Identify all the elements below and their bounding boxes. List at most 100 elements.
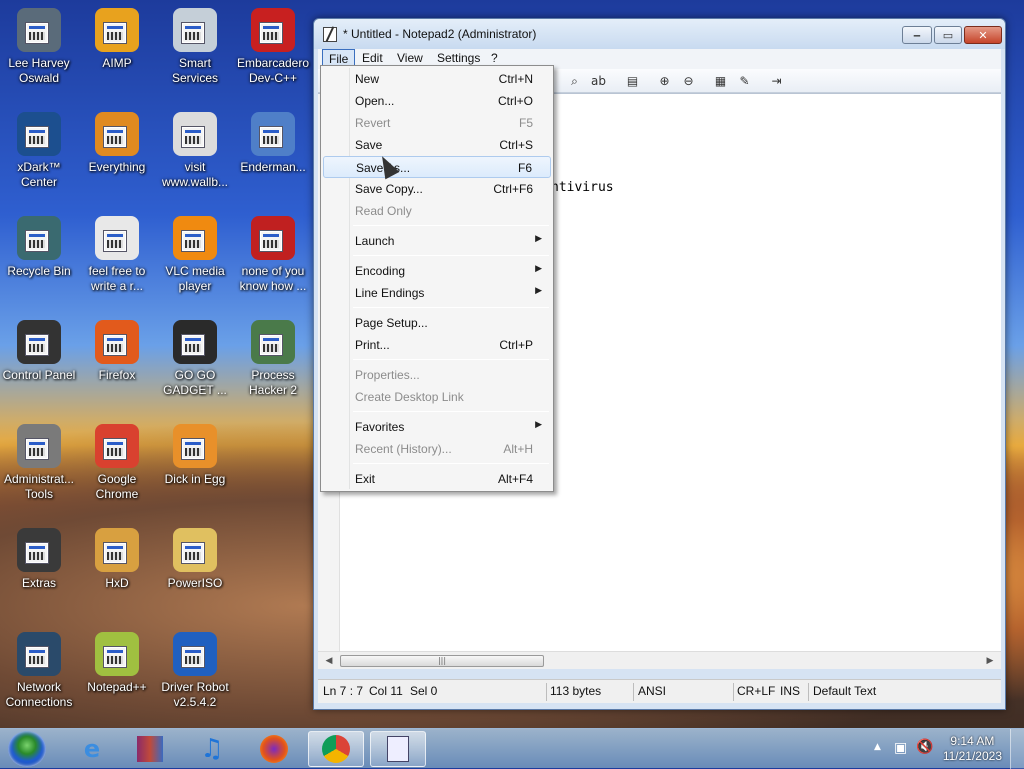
menu-item-shortcut: Alt+F4	[497, 472, 533, 486]
desktop-icon-label: AIMP	[102, 56, 132, 70]
desktop-icon[interactable]: Firefox	[78, 320, 156, 383]
menu-item-encoding[interactable]: Encoding ▶	[323, 260, 551, 282]
replace-icon[interactable]: ab	[590, 73, 607, 89]
menu-item-launch[interactable]: Launch ▶	[323, 230, 551, 252]
volume-muted-icon[interactable]: 🔇	[916, 739, 933, 755]
menu-item-favorites[interactable]: Favorites ▶	[323, 416, 551, 438]
find-icon[interactable]: ⌕	[566, 73, 583, 89]
menu-item-save[interactable]: Save Ctrl+S	[323, 134, 551, 156]
desktop-icon[interactable]: Extras	[0, 528, 78, 591]
desktop-icon[interactable]: Recycle Bin	[0, 216, 78, 279]
menu-item-label: New	[355, 72, 380, 86]
menu-item-print[interactable]: Print... Ctrl+P	[323, 334, 551, 356]
network-icon[interactable]: ▣	[894, 740, 907, 756]
desktop-icon[interactable]: Google Chrome	[78, 424, 156, 502]
desktop-icon[interactable]: xDark™ Center	[0, 112, 78, 190]
status-encoding[interactable]: ANSI	[638, 684, 666, 698]
goto-icon[interactable]: ▤	[624, 73, 641, 89]
shortcut-icon	[173, 424, 217, 468]
desktop-icon[interactable]: Driver Robot v2.5.4.2	[156, 632, 234, 710]
desktop-icon[interactable]: Network Connections	[0, 632, 78, 710]
scheme-icon[interactable]: ▦	[712, 73, 729, 89]
desktop-icon[interactable]: Dick in Egg	[156, 424, 234, 487]
menu-item-label: Read Only	[355, 204, 412, 218]
maximize-icon: ▭	[942, 28, 954, 42]
menu-item-open[interactable]: Open... Ctrl+O	[323, 90, 551, 112]
desktop-icon[interactable]: Smart Services	[156, 8, 234, 86]
shortcut-icon	[95, 632, 139, 676]
menu-item-properties: Properties...	[323, 364, 551, 386]
show-desktop-button[interactable]	[1010, 729, 1024, 769]
menu-item-line-endings[interactable]: Line Endings ▶	[323, 282, 551, 304]
scroll-right-icon[interactable]: ▶	[983, 654, 997, 668]
close-icon: ✕	[978, 28, 988, 42]
horizontal-scrollbar[interactable]: ◀ ||| ▶	[318, 651, 1001, 669]
desktop-icon[interactable]: Enderman...	[234, 112, 312, 175]
taskbar-notepad2[interactable]	[370, 731, 426, 767]
exit-icon[interactable]: ⇥	[768, 73, 785, 89]
desktop-icon[interactable]: GO GO GADGET ...	[156, 320, 234, 398]
submenu-arrow-icon: ▶	[535, 285, 542, 295]
customize-scheme-icon[interactable]: ✎	[736, 73, 753, 89]
desktop-icon-label: Smart Services	[171, 56, 218, 85]
scrollbar-thumb[interactable]: |||	[340, 655, 544, 667]
desktop-icon[interactable]: Administrat... Tools	[0, 424, 78, 502]
menu-item-label: Favorites	[355, 420, 405, 434]
minimize-button[interactable]: ‒	[902, 26, 932, 44]
menu-item-shortcut: Ctrl+O	[497, 94, 533, 108]
taskbar-firefox[interactable]	[246, 731, 302, 767]
menu-separator	[353, 411, 549, 412]
menu-item-page-setup[interactable]: Page Setup...	[323, 312, 551, 334]
desktop-icon[interactable]: visit www.wallb...	[156, 112, 234, 190]
desktop-icon[interactable]: VLC media player	[156, 216, 234, 294]
menu-item-save-as[interactable]: Save As... F6	[323, 156, 551, 178]
desktop-icon[interactable]: HxD	[78, 528, 156, 591]
menu-item-label: Create Desktop Link	[355, 390, 464, 404]
shortcut-icon	[173, 112, 217, 156]
close-button[interactable]: ✕	[964, 26, 1002, 44]
zoom-in-icon[interactable]: ⊕	[656, 73, 673, 89]
status-scheme[interactable]: Default Text	[813, 684, 876, 698]
shortcut-icon	[17, 216, 61, 260]
menu-item-label: Launch	[355, 234, 395, 248]
status-line-endings[interactable]: CR+LF	[737, 684, 775, 698]
clock[interactable]: 9:14 AM 11/21/2023	[943, 734, 1002, 764]
status-bar: Ln 7 : 7 Col 11 Sel 0 113 bytes ANSI CR+…	[318, 679, 1001, 703]
menu-item-new[interactable]: New Ctrl+N	[323, 68, 551, 90]
desktop-icon[interactable]: PowerISO	[156, 528, 234, 591]
start-button[interactable]	[8, 731, 46, 767]
menu-item-shortcut: F6	[517, 161, 532, 175]
taskbar-winrar[interactable]	[122, 731, 178, 767]
taskbar-music[interactable]: ♫	[184, 731, 240, 767]
notepad-icon	[387, 736, 409, 762]
clock-date: 11/21/2023	[942, 749, 1002, 763]
taskbar-chrome[interactable]	[308, 731, 364, 767]
desktop-icon[interactable]: Control Panel	[0, 320, 78, 383]
desktop-icon-label: Enderman...	[240, 160, 306, 174]
desktop-icon[interactable]: Notepad++	[78, 632, 156, 695]
desktop-icon[interactable]: Process Hacker 2	[234, 320, 312, 398]
desktop-icon[interactable]: Lee Harvey Oswald	[0, 8, 78, 86]
menu-item-exit[interactable]: Exit Alt+F4	[323, 468, 551, 490]
tray-expand-icon[interactable]: ▲	[874, 742, 881, 752]
scroll-left-icon[interactable]: ◀	[322, 654, 336, 668]
shortcut-icon	[251, 112, 295, 156]
desktop-icon-label: Process Hacker 2	[248, 368, 298, 397]
menu-item-label: Properties...	[355, 368, 420, 382]
maximize-button[interactable]: ▭	[934, 26, 962, 44]
desktop-icon[interactable]: Everything	[78, 112, 156, 175]
menu-item-save-copy[interactable]: Save Copy... Ctrl+F6	[323, 178, 551, 200]
menu-separator	[353, 359, 549, 360]
desktop-icon[interactable]: feel free to write a r...	[78, 216, 156, 294]
zoom-out-icon[interactable]: ⊖	[680, 73, 697, 89]
title-bar[interactable]: * Untitled - Notepad2 (Administrator) ‒ …	[314, 19, 1005, 49]
status-selection: Sel 0	[410, 684, 438, 698]
taskbar-ie[interactable]: e	[64, 731, 120, 767]
desktop-icon[interactable]: none of you know how ...	[234, 216, 312, 294]
shortcut-icon	[17, 632, 61, 676]
desktop-icon[interactable]: Embarcadero Dev-C++	[234, 8, 312, 86]
desktop-icon[interactable]: AIMP	[78, 8, 156, 71]
editor-text: ntivirus	[551, 180, 614, 195]
desktop-icon-label: HxD	[105, 576, 129, 590]
system-tray: ▲ ▣ 🔇 9:14 AM 11/21/2023	[864, 729, 1024, 769]
